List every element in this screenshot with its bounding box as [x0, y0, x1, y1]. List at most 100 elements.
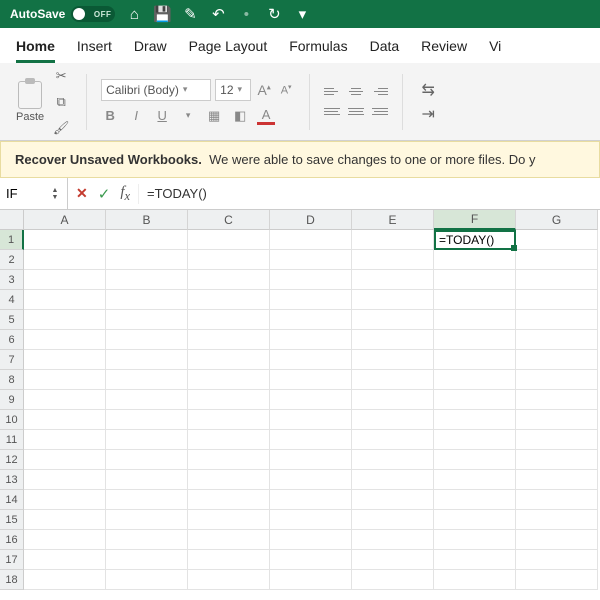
- cell[interactable]: [106, 310, 188, 330]
- cell[interactable]: [352, 530, 434, 550]
- cell[interactable]: [516, 370, 598, 390]
- undo-icon[interactable]: ↶: [209, 5, 227, 23]
- cell[interactable]: [188, 270, 270, 290]
- underline-button[interactable]: U: [153, 108, 171, 123]
- row-header[interactable]: 16: [0, 530, 24, 550]
- cell[interactable]: [188, 530, 270, 550]
- cell[interactable]: [434, 310, 516, 330]
- cell[interactable]: [270, 390, 352, 410]
- cell[interactable]: [352, 550, 434, 570]
- cell[interactable]: [352, 330, 434, 350]
- cell[interactable]: [270, 350, 352, 370]
- cell[interactable]: [352, 430, 434, 450]
- cell[interactable]: [106, 370, 188, 390]
- fill-color-icon[interactable]: ◧: [231, 108, 249, 124]
- cell[interactable]: [434, 570, 516, 590]
- cell[interactable]: [516, 270, 598, 290]
- cell[interactable]: [516, 310, 598, 330]
- edit-icon[interactable]: ✎: [181, 5, 199, 23]
- cell[interactable]: [516, 350, 598, 370]
- tab-data[interactable]: Data: [370, 38, 400, 63]
- redo-icon[interactable]: ↻: [265, 5, 283, 23]
- cell[interactable]: [106, 530, 188, 550]
- cell[interactable]: [106, 390, 188, 410]
- row-header[interactable]: 5: [0, 310, 24, 330]
- cell[interactable]: [434, 330, 516, 350]
- row-header[interactable]: 7: [0, 350, 24, 370]
- row-header[interactable]: 11: [0, 430, 24, 450]
- row-header[interactable]: 10: [0, 410, 24, 430]
- cell[interactable]: [352, 510, 434, 530]
- cell[interactable]: [106, 570, 188, 590]
- cell[interactable]: [188, 230, 270, 250]
- name-box-down-icon[interactable]: ▼: [48, 194, 62, 201]
- cell[interactable]: [188, 410, 270, 430]
- cell[interactable]: [106, 490, 188, 510]
- cell[interactable]: [24, 330, 106, 350]
- accept-formula-icon[interactable]: ✓: [98, 185, 111, 203]
- paste-button[interactable]: Paste: [16, 81, 44, 123]
- column-header[interactable]: B: [106, 210, 188, 230]
- autosave-switch[interactable]: OFF: [71, 6, 115, 22]
- row-header[interactable]: 6: [0, 330, 24, 350]
- cell[interactable]: [270, 570, 352, 590]
- cell[interactable]: [516, 390, 598, 410]
- name-box[interactable]: ▲ ▼: [0, 178, 68, 210]
- cell[interactable]: [270, 230, 352, 250]
- cell[interactable]: [106, 230, 188, 250]
- cell[interactable]: [188, 430, 270, 450]
- cell[interactable]: [516, 490, 598, 510]
- column-header[interactable]: D: [270, 210, 352, 230]
- cell[interactable]: [24, 530, 106, 550]
- cell[interactable]: [188, 250, 270, 270]
- cell[interactable]: [352, 470, 434, 490]
- row-header[interactable]: 4: [0, 290, 24, 310]
- cell[interactable]: [24, 250, 106, 270]
- cancel-formula-icon[interactable]: ✕: [76, 185, 88, 202]
- wrap-text-icon[interactable]: ⇥: [417, 103, 439, 125]
- qat-customize-icon[interactable]: ▾: [293, 5, 311, 23]
- cell[interactable]: [516, 410, 598, 430]
- cell[interactable]: [24, 290, 106, 310]
- align-top-left-icon[interactable]: [324, 83, 344, 101]
- cell[interactable]: [188, 550, 270, 570]
- cell[interactable]: [352, 370, 434, 390]
- cell[interactable]: [516, 470, 598, 490]
- align-top-center-icon[interactable]: [346, 83, 366, 101]
- cell[interactable]: [516, 430, 598, 450]
- cell[interactable]: [516, 290, 598, 310]
- cell[interactable]: [270, 270, 352, 290]
- cell[interactable]: [352, 570, 434, 590]
- cell[interactable]: [434, 250, 516, 270]
- cell[interactable]: [24, 350, 106, 370]
- cell[interactable]: [434, 450, 516, 470]
- cell[interactable]: [270, 550, 352, 570]
- cell[interactable]: [352, 390, 434, 410]
- cell[interactable]: [188, 490, 270, 510]
- tab-draw[interactable]: Draw: [134, 38, 167, 63]
- increase-font-icon[interactable]: A▴: [255, 82, 273, 98]
- cell[interactable]: [352, 270, 434, 290]
- cell[interactable]: [188, 390, 270, 410]
- cell[interactable]: [24, 570, 106, 590]
- cell[interactable]: [270, 430, 352, 450]
- column-header[interactable]: F: [434, 210, 516, 230]
- align-right-icon[interactable]: [368, 103, 388, 121]
- cell[interactable]: [24, 230, 106, 250]
- cell[interactable]: [434, 410, 516, 430]
- cell[interactable]: [24, 510, 106, 530]
- cell[interactable]: [516, 450, 598, 470]
- cell[interactable]: [106, 350, 188, 370]
- cell[interactable]: [434, 530, 516, 550]
- formula-input[interactable]: [139, 186, 600, 201]
- cell[interactable]: [106, 510, 188, 530]
- cell[interactable]: [434, 350, 516, 370]
- cell[interactable]: [24, 410, 106, 430]
- cell[interactable]: [270, 410, 352, 430]
- autosave-toggle[interactable]: AutoSave OFF: [10, 6, 115, 22]
- font-color-icon[interactable]: A: [257, 107, 275, 125]
- align-center-icon[interactable]: [346, 103, 366, 121]
- borders-icon[interactable]: ▦: [205, 108, 223, 124]
- cell[interactable]: [24, 270, 106, 290]
- name-box-up-icon[interactable]: ▲: [48, 187, 62, 194]
